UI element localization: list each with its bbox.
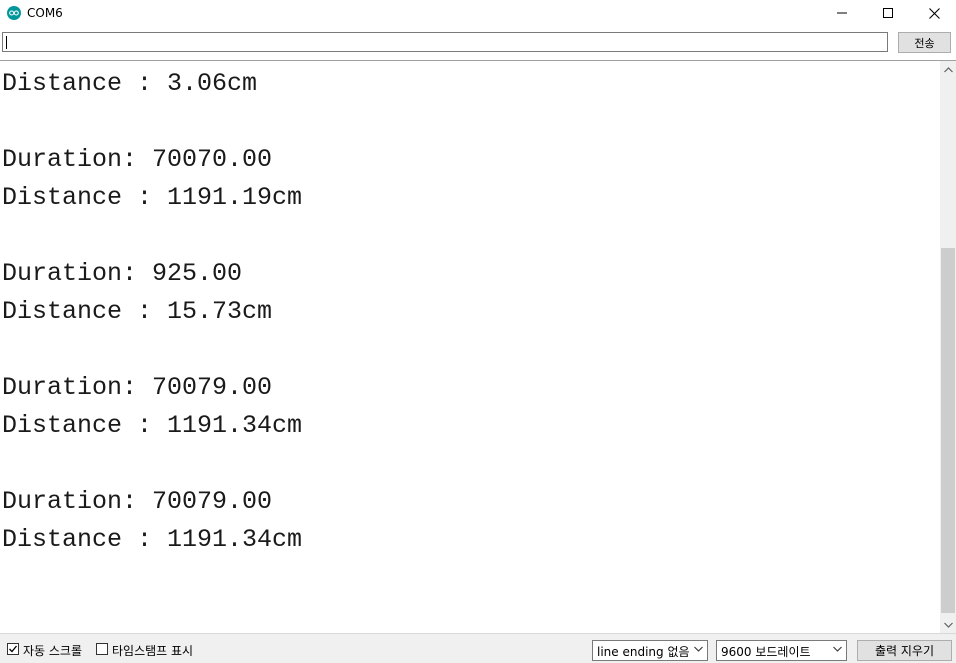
line-ending-value: line ending 없음 xyxy=(597,645,690,659)
output-line: Distance : 3.06cm xyxy=(2,69,258,98)
chevron-down-icon xyxy=(943,622,953,628)
output-line: Distance : 1191.19cm xyxy=(2,183,303,212)
output-line: Distance : 1191.34cm xyxy=(2,525,303,554)
close-button[interactable] xyxy=(911,0,956,26)
output-line: Duration: 70079.00 xyxy=(2,373,273,402)
scrollbar-thumb[interactable] xyxy=(941,248,955,613)
chevron-down-icon xyxy=(833,646,842,652)
chevron-down-icon xyxy=(694,646,703,652)
timestamp-checkbox[interactable] xyxy=(96,643,108,655)
status-bar: 자동 스크롤 타임스탬프 표시 line ending 없음 9600 보드레이… xyxy=(0,633,956,663)
output-line: Duration: 70070.00 xyxy=(2,145,273,174)
output-line: Duration: 925.00 xyxy=(2,259,243,288)
minimize-button[interactable] xyxy=(819,0,865,26)
scroll-up-button[interactable] xyxy=(940,61,956,78)
output-line: Duration: 70079.00 xyxy=(2,487,273,516)
title-bar: COM6 xyxy=(0,0,956,26)
window-title: COM6 xyxy=(27,6,63,20)
serial-output[interactable]: Distance : 3.06cm Duration: 70070.00 Dis… xyxy=(0,61,940,633)
text-caret xyxy=(6,36,7,49)
minimize-icon xyxy=(837,12,847,14)
output-line: Distance : 15.73cm xyxy=(2,297,273,326)
close-icon xyxy=(928,7,940,19)
checkmark-icon xyxy=(9,645,18,653)
maximize-button[interactable] xyxy=(865,0,911,26)
autoscroll-label: 자동 스크롤 xyxy=(23,644,83,658)
serial-input[interactable] xyxy=(2,32,888,52)
baud-rate-select[interactable]: 9600 보드레이트 xyxy=(716,640,847,661)
arduino-icon xyxy=(7,6,21,20)
maximize-icon xyxy=(883,8,893,18)
line-ending-select[interactable]: line ending 없음 xyxy=(592,640,708,661)
clear-output-button[interactable]: 출력 지우기 xyxy=(857,640,952,661)
scroll-down-button[interactable] xyxy=(940,616,956,633)
send-bar: 전송 xyxy=(0,26,956,61)
autoscroll-checkbox[interactable] xyxy=(7,643,19,655)
baud-rate-value: 9600 보드레이트 xyxy=(721,645,811,659)
timestamp-label: 타임스탬프 표시 xyxy=(112,644,194,658)
output-line: Distance : 1191.34cm xyxy=(2,411,303,440)
chevron-up-icon xyxy=(943,66,953,72)
vertical-scrollbar[interactable] xyxy=(940,61,956,633)
send-button[interactable]: 전송 xyxy=(898,32,951,53)
